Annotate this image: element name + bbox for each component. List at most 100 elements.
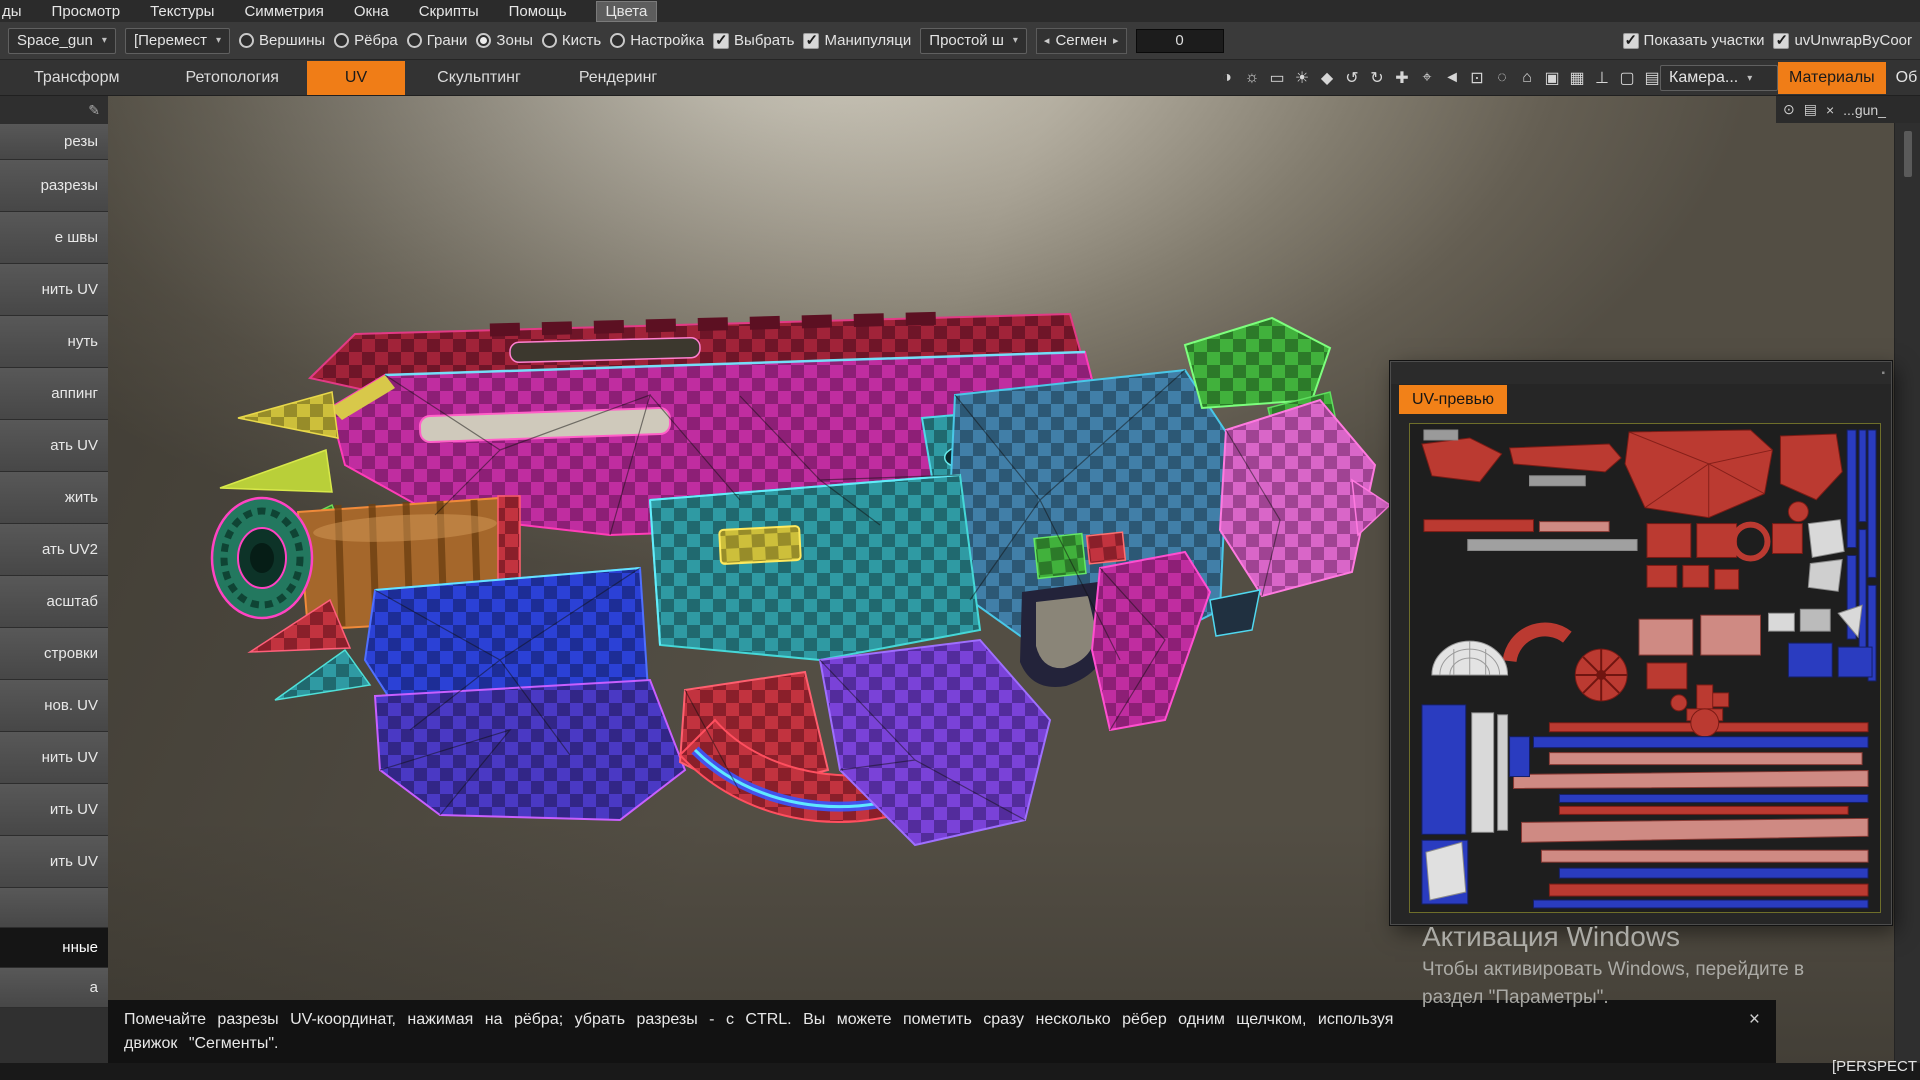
right-panel-edge xyxy=(1894,123,1920,1063)
grid-icon[interactable]: ▦ xyxy=(1568,68,1586,88)
uv-preview-titlebar[interactable]: ▪ xyxy=(1391,362,1891,384)
sidebar-item-17[interactable]: а xyxy=(0,968,108,1008)
radio-icon[interactable] xyxy=(238,33,254,48)
menu-item-windows[interactable]: Окна xyxy=(354,3,389,20)
sidebar-item-13[interactable]: ить UV xyxy=(0,784,108,836)
uv-preview-tab[interactable]: UV-превью xyxy=(1399,385,1507,414)
camera-dropdown[interactable]: Камера... ▾ xyxy=(1660,65,1778,91)
scrollbar-thumb[interactable] xyxy=(1903,131,1912,177)
sun-icon[interactable]: ☀ xyxy=(1293,68,1311,88)
preset-dropdown[interactable]: Space_gun ▾ xyxy=(8,27,116,54)
manipulator-checkbox[interactable]: Манипуляци xyxy=(803,31,911,49)
target-icon[interactable]: ⌖ xyxy=(1418,69,1436,87)
sidebar-item-0[interactable]: резы xyxy=(0,124,108,160)
segments-value-field[interactable]: 0 xyxy=(1135,28,1224,53)
sidebar-item-11[interactable]: нов. UV xyxy=(0,680,108,732)
cube-icon[interactable]: ▣ xyxy=(1543,68,1561,88)
tab-sculpting[interactable]: Скульптинг xyxy=(437,69,521,87)
rotate-cw-icon[interactable]: ↻ xyxy=(1368,68,1386,88)
window-corner-icon[interactable]: ▪ xyxy=(1881,368,1885,379)
uv-tools-sidebar: ✎ резы разрезы е швы нить UV нуть аппинг… xyxy=(0,96,108,1063)
show-patches-checkbox[interactable]: Показать участки xyxy=(1622,31,1764,49)
sidebar-item-9[interactable]: асштаб xyxy=(0,576,108,628)
material-row[interactable]: ⊙ ▤ × ...gun_ xyxy=(1776,96,1920,123)
seam-type-dropdown[interactable]: Простой ш ▾ xyxy=(920,27,1027,54)
marquee-icon[interactable]: ▭ xyxy=(1268,68,1286,88)
sidebar-item-10[interactable]: стровки xyxy=(0,628,108,680)
menu-item-commands[interactable]: ды xyxy=(2,3,22,20)
brightness-icon[interactable]: ☼ xyxy=(1243,69,1261,87)
rotate-ccw-icon[interactable]: ↺ xyxy=(1343,68,1361,88)
checkbox-icon[interactable] xyxy=(1622,31,1639,49)
crop-icon[interactable]: ⊡ xyxy=(1468,68,1486,88)
status-message-line1: Помечайте разрезы UV-координат, нажимая … xyxy=(124,1011,1394,1028)
tab-objects[interactable]: Об xyxy=(1896,69,1918,87)
close-icon[interactable]: × xyxy=(1749,1008,1760,1032)
radio-icon[interactable] xyxy=(610,33,626,48)
checkbox-icon[interactable] xyxy=(803,31,820,49)
contrast-icon[interactable]: ◑ xyxy=(1218,69,1236,87)
sidebar-item-16[interactable]: нные xyxy=(0,928,108,968)
radio-icon[interactable] xyxy=(406,33,422,48)
tab-transform[interactable]: Трансформ xyxy=(34,69,119,87)
sidebar-item-14[interactable]: ить UV xyxy=(0,836,108,888)
sidebar-item-1[interactable]: разрезы xyxy=(0,160,108,212)
sidebar-item-15[interactable] xyxy=(0,888,108,928)
tab-rendering[interactable]: Рендеринг xyxy=(579,69,657,87)
sidebar-item-6[interactable]: ать UV xyxy=(0,420,108,472)
sidebar-item-7[interactable]: жить xyxy=(0,472,108,524)
checkbox-icon[interactable] xyxy=(713,31,730,49)
radio-settings[interactable]: Настройка xyxy=(610,32,704,49)
uv-script-toggle[interactable]: uvUnwrapByCoor xyxy=(1773,31,1912,49)
tab-materials[interactable]: Материалы xyxy=(1778,62,1886,94)
menu-item-colors[interactable]: Цвета xyxy=(595,0,658,22)
eye-icon[interactable]: ⊙ xyxy=(1783,101,1795,118)
radio-islands[interactable]: Зоны xyxy=(476,32,533,49)
radio-brush[interactable]: Кисть xyxy=(541,32,601,49)
lasso-icon[interactable]: ◌ xyxy=(1493,69,1511,87)
radio-faces[interactable]: Грани xyxy=(406,32,467,49)
sidebar-item-5[interactable]: аппинг xyxy=(0,368,108,420)
sidebar-item-3[interactable]: нить UV xyxy=(0,264,108,316)
radio-icon[interactable] xyxy=(334,33,350,48)
spinner-left-icon[interactable]: ◂ xyxy=(1044,34,1050,47)
radio-vertices[interactable]: Вершины xyxy=(238,32,325,49)
sidebar-item-2[interactable]: е швы xyxy=(0,212,108,264)
select-arrow-icon[interactable]: ◄ xyxy=(1443,69,1461,87)
menu-item-symmetry[interactable]: Симметрия xyxy=(244,3,323,20)
sidebar-item-4[interactable]: нуть xyxy=(0,316,108,368)
frame-icon[interactable]: ▢ xyxy=(1618,68,1636,88)
radio-label: Настройка xyxy=(630,32,705,49)
spinner-right-icon[interactable]: ▸ xyxy=(1113,34,1119,47)
toolbar: Space_gun ▾ [Перемест ▾ Вершины Рёбра Гр… xyxy=(0,22,1920,60)
sidebar-filler xyxy=(0,1008,108,1063)
uv-preview-canvas[interactable] xyxy=(1409,423,1881,913)
tab-uv[interactable]: UV xyxy=(306,60,406,95)
radio-icon[interactable] xyxy=(476,33,492,48)
menu-item-scripts[interactable]: Скрипты xyxy=(419,3,479,20)
droplet-icon[interactable]: ◆ xyxy=(1318,68,1336,88)
menu-item-textures[interactable]: Текстуры xyxy=(150,3,214,20)
radio-icon[interactable] xyxy=(541,33,557,48)
radio-edges[interactable]: Рёбра xyxy=(334,32,398,49)
chevron-down-icon: ▾ xyxy=(215,35,221,46)
pan-icon[interactable]: ✚ xyxy=(1393,68,1411,88)
select-checkbox[interactable]: Выбрать xyxy=(713,31,794,49)
tab-retopology[interactable]: Ретопология xyxy=(185,69,278,87)
viewport-icon-strip: ◑ ☼ ▭ ☀ ◆ ↺ ↻ ✚ ⌖ ◄ ⊡ ◌ ⌂ ▣ ▦ ⊥ ▢ ▤ xyxy=(1218,60,1661,96)
home-icon[interactable]: ⌂ xyxy=(1518,69,1536,87)
texture-icon[interactable]: ▤ xyxy=(1804,101,1817,118)
sidebar-item-8[interactable]: ать UV2 xyxy=(0,524,108,576)
tool-dropdown[interactable]: [Перемест ▾ xyxy=(124,27,230,54)
close-icon[interactable]: × xyxy=(1826,102,1834,118)
right-panel-tabs: Материалы Об xyxy=(1778,60,1917,96)
segments-spinner[interactable]: ◂ Сегмен ▸ xyxy=(1035,27,1127,54)
checkbox-icon[interactable] xyxy=(1773,31,1790,49)
sidebar-item-12[interactable]: нить UV xyxy=(0,732,108,784)
image-icon[interactable]: ▤ xyxy=(1643,68,1661,88)
axis-icon[interactable]: ⊥ xyxy=(1593,68,1611,88)
menu-item-help[interactable]: Помощь xyxy=(509,3,567,20)
menu-item-view[interactable]: Просмотр xyxy=(52,3,121,20)
gun-model-3d[interactable] xyxy=(180,300,1400,860)
uv-preview-window[interactable]: ▪ UV-превью xyxy=(1390,361,1892,925)
